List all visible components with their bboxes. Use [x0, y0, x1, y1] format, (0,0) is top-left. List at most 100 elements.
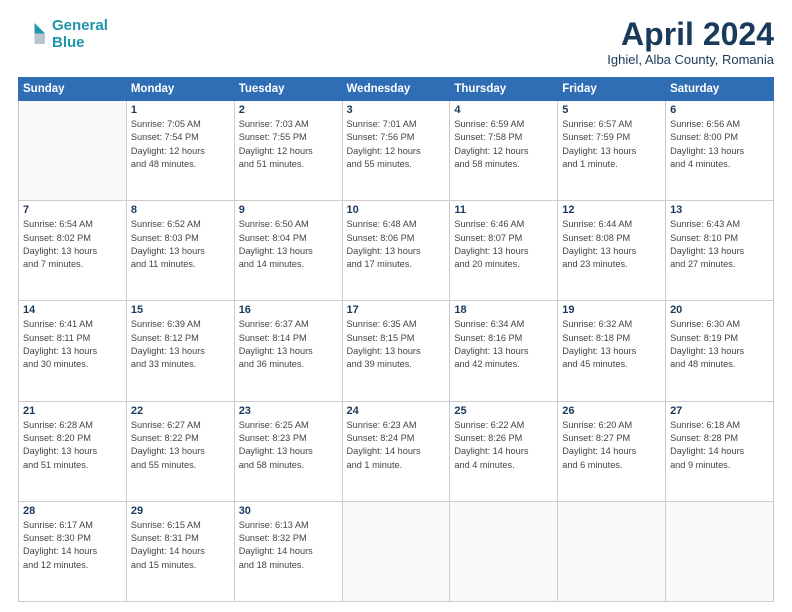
day-cell: 20 Sunrise: 6:30 AM Sunset: 8:19 PM Dayli… [666, 301, 774, 401]
day-cell: 7 Sunrise: 6:54 AM Sunset: 8:02 PM Daylig… [19, 201, 127, 301]
day-info: Sunrise: 7:05 AM Sunset: 7:54 PM Dayligh… [131, 118, 230, 171]
day-cell: 16 Sunrise: 6:37 AM Sunset: 8:14 PM Dayli… [234, 301, 342, 401]
day-number: 29 [131, 505, 230, 517]
day-cell: 9 Sunrise: 6:50 AM Sunset: 8:04 PM Daylig… [234, 201, 342, 301]
header-cell-friday: Friday [558, 78, 666, 101]
day-cell: 19 Sunrise: 6:32 AM Sunset: 8:18 PM Dayli… [558, 301, 666, 401]
day-number: 12 [562, 204, 661, 216]
day-number: 18 [454, 304, 553, 316]
day-number: 2 [239, 104, 338, 116]
week-row-1: 1 Sunrise: 7:05 AM Sunset: 7:54 PM Daylig… [19, 101, 774, 201]
day-cell: 30Sunrise: 6:13 AM Sunset: 8:32 PM Dayli… [234, 501, 342, 601]
day-cell: 22Sunrise: 6:27 AM Sunset: 8:22 PM Dayli… [126, 401, 234, 501]
day-cell [19, 101, 127, 201]
day-info: Sunrise: 6:22 AM Sunset: 8:26 PM Dayligh… [454, 419, 553, 472]
day-cell: 17Sunrise: 6:35 AM Sunset: 8:15 PM Dayli… [342, 301, 450, 401]
title-area: April 2024 Ighiel, Alba County, Romania [607, 18, 774, 67]
day-info: Sunrise: 6:30 AM Sunset: 8:19 PM Dayligh… [670, 318, 769, 371]
day-cell: 27 Sunrise: 6:18 AM Sunset: 8:28 PM Dayli… [666, 401, 774, 501]
header-cell-monday: Monday [126, 78, 234, 101]
day-number: 20 [670, 304, 769, 316]
day-cell: 2 Sunrise: 7:03 AM Sunset: 7:55 PM Daylig… [234, 101, 342, 201]
day-info: Sunrise: 6:39 AM Sunset: 8:12 PM Dayligh… [131, 318, 230, 371]
day-cell [342, 501, 450, 601]
day-number: 13 [670, 204, 769, 216]
day-cell: 26Sunrise: 6:20 AM Sunset: 8:27 PM Dayli… [558, 401, 666, 501]
logo-general: General [52, 17, 108, 34]
week-row-4: 21Sunrise: 6:28 AM Sunset: 8:20 PM Dayli… [19, 401, 774, 501]
header-cell-sunday: Sunday [19, 78, 127, 101]
day-info: Sunrise: 7:01 AM Sunset: 7:56 PM Dayligh… [347, 118, 446, 171]
day-cell: 24 Sunrise: 6:23 AM Sunset: 8:24 PM Dayli… [342, 401, 450, 501]
week-row-5: 28 Sunrise: 6:17 AM Sunset: 8:30 PM Dayli… [19, 501, 774, 601]
day-info: Sunrise: 7:03 AM Sunset: 7:55 PM Dayligh… [239, 118, 338, 171]
day-cell: 29 Sunrise: 6:15 AM Sunset: 8:31 PM Dayli… [126, 501, 234, 601]
day-cell: 1 Sunrise: 7:05 AM Sunset: 7:54 PM Daylig… [126, 101, 234, 201]
week-row-3: 14Sunrise: 6:41 AM Sunset: 8:11 PM Dayli… [19, 301, 774, 401]
day-number: 23 [239, 405, 338, 417]
day-number: 6 [670, 104, 769, 116]
day-number: 1 [131, 104, 230, 116]
day-info: Sunrise: 6:44 AM Sunset: 8:08 PM Dayligh… [562, 218, 661, 271]
day-info: Sunrise: 6:32 AM Sunset: 8:18 PM Dayligh… [562, 318, 661, 371]
location: Ighiel, Alba County, Romania [607, 52, 774, 67]
day-number: 3 [347, 104, 446, 116]
day-cell: 6 Sunrise: 6:56 AM Sunset: 8:00 PM Daylig… [666, 101, 774, 201]
day-info: Sunrise: 6:57 AM Sunset: 7:59 PM Dayligh… [562, 118, 661, 171]
day-number: 7 [23, 204, 122, 216]
calendar-header: SundayMondayTuesdayWednesdayThursdayFrid… [19, 78, 774, 101]
day-info: Sunrise: 6:34 AM Sunset: 8:16 PM Dayligh… [454, 318, 553, 371]
day-info: Sunrise: 6:18 AM Sunset: 8:28 PM Dayligh… [670, 419, 769, 472]
day-number: 11 [454, 204, 553, 216]
day-cell: 4Sunrise: 6:59 AM Sunset: 7:58 PM Daylig… [450, 101, 558, 201]
day-info: Sunrise: 6:50 AM Sunset: 8:04 PM Dayligh… [239, 218, 338, 271]
day-cell: 28 Sunrise: 6:17 AM Sunset: 8:30 PM Dayli… [19, 501, 127, 601]
day-info: Sunrise: 6:20 AM Sunset: 8:27 PM Dayligh… [562, 419, 661, 472]
day-number: 16 [239, 304, 338, 316]
day-number: 10 [347, 204, 446, 216]
week-row-2: 7 Sunrise: 6:54 AM Sunset: 8:02 PM Daylig… [19, 201, 774, 301]
day-cell: 10 Sunrise: 6:48 AM Sunset: 8:06 PM Dayli… [342, 201, 450, 301]
day-number: 15 [131, 304, 230, 316]
day-cell: 25 Sunrise: 6:22 AM Sunset: 8:26 PM Dayli… [450, 401, 558, 501]
logo: General Blue [18, 18, 108, 51]
day-info: Sunrise: 6:37 AM Sunset: 8:14 PM Dayligh… [239, 318, 338, 371]
day-number: 9 [239, 204, 338, 216]
day-info: Sunrise: 6:54 AM Sunset: 8:02 PM Dayligh… [23, 218, 122, 271]
day-number: 22 [131, 405, 230, 417]
day-info: Sunrise: 6:43 AM Sunset: 8:10 PM Dayligh… [670, 218, 769, 271]
day-number: 17 [347, 304, 446, 316]
day-cell: 8Sunrise: 6:52 AM Sunset: 8:03 PM Daylig… [126, 201, 234, 301]
day-number: 4 [454, 104, 553, 116]
logo-text: General Blue [52, 18, 108, 51]
day-info: Sunrise: 6:48 AM Sunset: 8:06 PM Dayligh… [347, 218, 446, 271]
day-number: 27 [670, 405, 769, 417]
day-number: 30 [239, 505, 338, 517]
day-number: 25 [454, 405, 553, 417]
header-cell-thursday: Thursday [450, 78, 558, 101]
header-cell-tuesday: Tuesday [234, 78, 342, 101]
day-info: Sunrise: 6:28 AM Sunset: 8:20 PM Dayligh… [23, 419, 122, 472]
day-number: 14 [23, 304, 122, 316]
day-info: Sunrise: 6:52 AM Sunset: 8:03 PM Dayligh… [131, 218, 230, 271]
day-number: 24 [347, 405, 446, 417]
day-cell [666, 501, 774, 601]
day-number: 19 [562, 304, 661, 316]
day-cell: 23Sunrise: 6:25 AM Sunset: 8:23 PM Dayli… [234, 401, 342, 501]
day-cell: 14Sunrise: 6:41 AM Sunset: 8:11 PM Dayli… [19, 301, 127, 401]
header-cell-saturday: Saturday [666, 78, 774, 101]
day-info: Sunrise: 6:15 AM Sunset: 8:31 PM Dayligh… [131, 519, 230, 572]
logo-icon [18, 20, 48, 50]
logo-blue: Blue [52, 34, 85, 51]
day-info: Sunrise: 6:17 AM Sunset: 8:30 PM Dayligh… [23, 519, 122, 572]
header-row: SundayMondayTuesdayWednesdayThursdayFrid… [19, 78, 774, 101]
day-info: Sunrise: 6:56 AM Sunset: 8:00 PM Dayligh… [670, 118, 769, 171]
day-info: Sunrise: 6:23 AM Sunset: 8:24 PM Dayligh… [347, 419, 446, 472]
day-cell: 18 Sunrise: 6:34 AM Sunset: 8:16 PM Dayli… [450, 301, 558, 401]
day-info: Sunrise: 6:46 AM Sunset: 8:07 PM Dayligh… [454, 218, 553, 271]
day-cell: 13 Sunrise: 6:43 AM Sunset: 8:10 PM Dayli… [666, 201, 774, 301]
header-cell-wednesday: Wednesday [342, 78, 450, 101]
day-number: 28 [23, 505, 122, 517]
header: General Blue April 2024 Ighiel, Alba Cou… [18, 18, 774, 67]
day-cell: 12 Sunrise: 6:44 AM Sunset: 8:08 PM Dayli… [558, 201, 666, 301]
